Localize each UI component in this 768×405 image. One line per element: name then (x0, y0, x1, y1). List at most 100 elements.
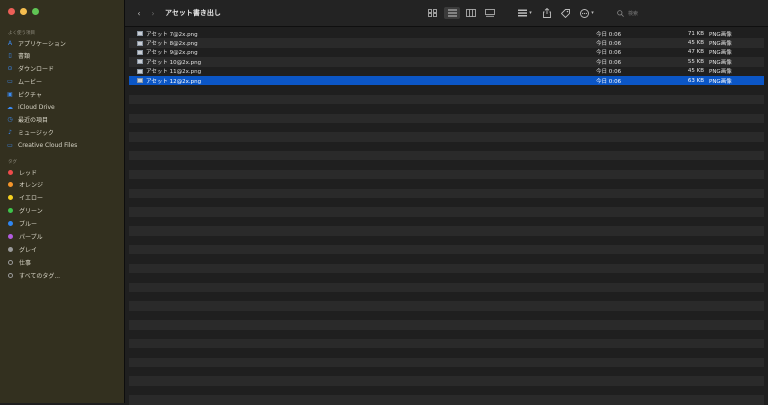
forward-button[interactable]: › (147, 7, 159, 19)
grid-view-button[interactable] (425, 7, 439, 19)
sidebar-tag[interactable]: レッド (6, 166, 118, 178)
sidebar-tag[interactable]: ブルー (6, 218, 118, 230)
group-icon (518, 9, 528, 17)
window-title: アセット書き出し (165, 9, 221, 17)
sidebar-item[interactable]: ⊙ ダウンロード (6, 63, 118, 75)
file-kind: PNG画像 (709, 78, 732, 85)
file-name: アセット 12@2x.png (146, 78, 202, 85)
file-row[interactable]: アセット 7@2x.png 今日 0:06 71 KB PNG画像 (129, 29, 764, 38)
file-size: 71 KB (687, 30, 704, 37)
empty-row (129, 226, 764, 236)
file-row[interactable]: アセット 9@2x.png 今日 0:06 47 KB PNG画像 (129, 48, 764, 57)
toolbar: ‹ › アセット書き出し ▾ ▾ 検索 (125, 0, 768, 27)
empty-row (129, 85, 764, 94)
tag-button[interactable] (558, 7, 572, 19)
gallery-view-button[interactable] (483, 7, 497, 19)
share-button[interactable] (540, 7, 554, 19)
sidebar-tag[interactable]: イエロー (6, 192, 118, 204)
back-button[interactable]: ‹ (133, 7, 145, 19)
empty-row (129, 142, 764, 151)
file-name: アセット 9@2x.png (146, 50, 198, 57)
search-placeholder: 検索 (628, 10, 639, 17)
close-button[interactable] (8, 8, 15, 15)
file-date: 今日 0:06 (596, 41, 622, 48)
column-view-button[interactable] (464, 7, 478, 19)
empty-row (129, 217, 764, 226)
ellipsis-circle-icon (580, 8, 590, 18)
zoom-button[interactable] (32, 8, 39, 15)
sidebar-item-icon: ▭ (7, 77, 13, 85)
grid-view-icon (427, 9, 437, 17)
list-view-button[interactable] (444, 7, 460, 19)
empty-row (129, 151, 764, 161)
sidebar: よく使う項目 A アプリケーション ▯ 書類 ⊙ ダウンロード ▭ ムービー ▣ ピクチャ ☁ iCl… (0, 0, 125, 403)
sidebar-item[interactable]: ◷ 最近の項目 (6, 114, 118, 126)
sidebar-tag[interactable]: オレンジ (6, 179, 118, 191)
sidebar-item-icon: ▭ (7, 141, 13, 149)
sidebar-item-label: ムービー (18, 78, 43, 86)
file-kind: PNG画像 (709, 50, 732, 57)
finder-window: よく使う項目 A アプリケーション ▯ 書類 ⊙ ダウンロード ▭ ムービー ▣ ピクチャ ☁ iCl… (0, 0, 768, 405)
empty-row (129, 376, 764, 386)
empty-row (129, 357, 764, 368)
minimize-button[interactable] (20, 8, 27, 15)
tag-color-icon (8, 221, 13, 227)
sidebar-item[interactable]: ▭ Creative Cloud Files (6, 139, 118, 151)
sidebar-item-icon: ☁ (7, 103, 13, 111)
list-view-icon (447, 9, 457, 17)
tag-color-icon (8, 246, 13, 252)
sidebar-item-label: アプリケーション (18, 40, 66, 48)
sidebar-item[interactable]: ☁ iCloud Drive (6, 101, 118, 113)
file-row[interactable]: アセット 12@2x.png 今日 0:06 63 KB PNG画像 (129, 75, 764, 86)
empty-row (129, 94, 764, 105)
sidebar-tag-label: ブルー (19, 221, 38, 229)
sidebar-item-label: iCloud Drive (18, 103, 55, 111)
empty-row (129, 244, 764, 255)
sidebar-tag[interactable]: 仕事 (6, 256, 118, 268)
empty-row (129, 169, 764, 180)
sidebar-item[interactable]: ▯ 書類 (6, 50, 118, 62)
sidebar-tag-label: パープル (19, 234, 43, 241)
file-size: 45 KB (687, 40, 704, 47)
sidebar-item-icon: ◷ (7, 116, 13, 124)
empty-row (129, 292, 764, 301)
empty-row (129, 338, 764, 349)
sidebar-item[interactable]: A アプリケーション (6, 37, 118, 49)
empty-row (129, 273, 764, 282)
tag-color-icon (8, 195, 13, 201)
file-row[interactable]: アセット 10@2x.png 今日 0:06 55 KB PNG画像 (129, 57, 764, 67)
sidebar-item-label: ピクチャ (18, 91, 42, 99)
sidebar-item[interactable]: ▭ ムービー (6, 75, 118, 87)
sidebar-tag-label: オレンジ (19, 182, 44, 190)
sidebar-tag-label: レッド (19, 169, 38, 177)
sidebar-tag-label: グリーン (19, 208, 43, 216)
sidebar-tag[interactable]: グレイ (6, 243, 118, 255)
sidebar-tag[interactable]: すべてのタグ... (6, 269, 118, 281)
file-kind: PNG画像 (709, 31, 732, 38)
sidebar-item-icon: ▣ (7, 90, 13, 98)
file-date: 今日 0:06 (596, 78, 622, 85)
empty-row (129, 263, 764, 274)
file-name: アセット 10@2x.png (146, 59, 202, 66)
sidebar-item[interactable]: ▣ ピクチャ (6, 88, 118, 100)
empty-row (129, 367, 764, 376)
chevron-right-icon: › (151, 8, 155, 18)
empty-row (129, 386, 764, 395)
sidebar-item[interactable]: ♪ ミュージック (6, 127, 118, 139)
empty-row (129, 330, 764, 339)
search-field[interactable]: 検索 (617, 7, 757, 19)
file-date: 今日 0:06 (596, 69, 622, 76)
tag-color-icon (8, 169, 13, 175)
file-row[interactable]: アセット 11@2x.png 今日 0:06 45 KB PNG画像 (129, 67, 764, 76)
png-file-icon (137, 78, 143, 84)
sidebar-tag[interactable]: パープル (6, 231, 118, 243)
empty-row (129, 207, 764, 217)
sidebar-tag[interactable]: グリーン (6, 205, 118, 217)
empty-row (129, 311, 764, 320)
group-by-button[interactable]: ▾ (515, 7, 535, 19)
more-actions-button[interactable]: ▾ (577, 7, 597, 19)
png-file-icon (137, 59, 143, 65)
file-row[interactable]: アセット 8@2x.png 今日 0:06 45 KB PNG画像 (129, 38, 764, 48)
sidebar-item-label: ダウンロード (18, 66, 55, 74)
empty-row (129, 123, 764, 132)
